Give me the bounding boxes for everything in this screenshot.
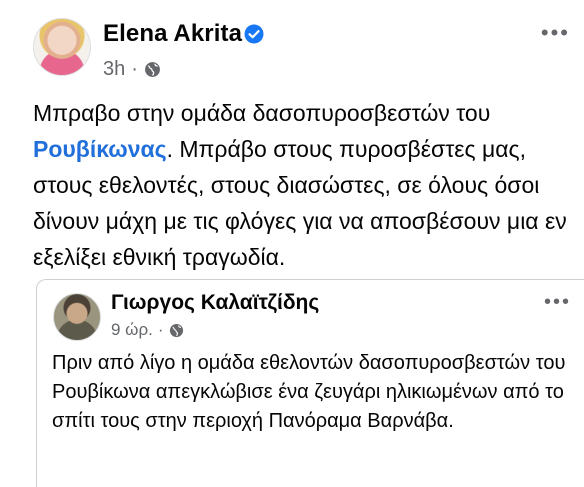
shared-author-avatar[interactable] — [53, 293, 101, 341]
post-text: Μπραβο στην ομάδα δασοπυροσβεστών του Ρο… — [33, 95, 573, 275]
shared-meta-separator: · — [157, 320, 164, 339]
shared-author-name[interactable]: Γιωργος Καλαϊτζίδης — [111, 291, 319, 315]
post-text-part-1: Μπραβο στην ομάδα δασοπυροσβεστών του — [33, 100, 491, 126]
mention-link[interactable]: Ρουβίκωνας — [33, 136, 167, 162]
shared-post-card[interactable]: Γιωργος Καλαϊτζίδης 9 ώρ. · ••• Πριν από… — [36, 279, 584, 487]
post-meta: 3h · — [103, 58, 161, 81]
post-more-options-button[interactable]: ••• — [541, 22, 570, 44]
author-name[interactable]: Elena Akrita — [103, 20, 242, 48]
author-avatar[interactable] — [33, 18, 91, 76]
verified-badge-icon — [244, 24, 264, 44]
shared-post-text: Πριν από λίγο η ομάδα εθελοντών δασοπυρο… — [52, 352, 566, 432]
globe-icon[interactable] — [144, 61, 161, 78]
shared-post-meta: 9 ώρ. · — [111, 320, 184, 340]
meta-separator: · — [131, 58, 138, 80]
post-timestamp[interactable]: 3h — [103, 58, 125, 81]
facebook-post: Elena Akrita 3h · ••• Μπραβο στην ομάδα … — [0, 0, 584, 487]
shared-post-timestamp[interactable]: 9 ώρ. — [111, 320, 153, 340]
globe-icon[interactable] — [169, 323, 184, 338]
shared-more-options-button[interactable]: ••• — [544, 292, 571, 312]
